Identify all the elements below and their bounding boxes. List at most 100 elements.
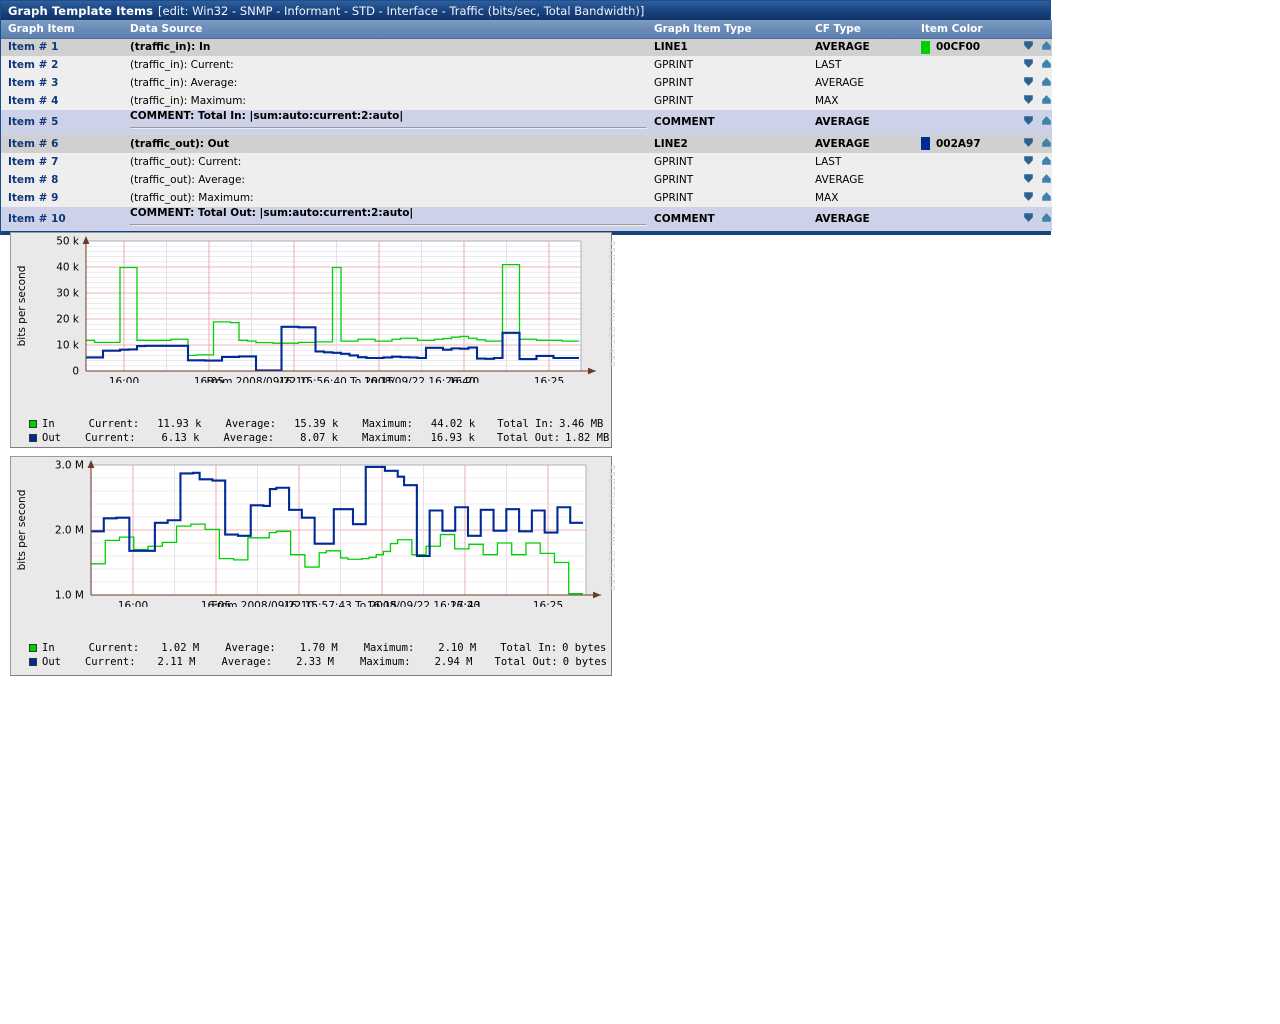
row-reorder-controls[interactable] bbox=[1002, 188, 1052, 207]
row-reorder-controls[interactable] bbox=[1002, 92, 1052, 110]
row-reorder-controls[interactable] bbox=[1002, 152, 1052, 171]
column-header-graph-item[interactable]: Graph Item bbox=[1, 20, 123, 39]
row-data-source[interactable]: (traffic_in): Maximum: bbox=[123, 92, 647, 110]
row-item-label[interactable]: Item # 3 bbox=[1, 74, 123, 92]
move-down-icon[interactable] bbox=[1023, 115, 1034, 126]
row-data-source[interactable]: COMMENT: Total Out: |sum:auto:current:2:… bbox=[123, 206, 647, 231]
move-down-icon[interactable] bbox=[1023, 76, 1034, 87]
legend-maximum-value: 44.02 k bbox=[430, 418, 476, 430]
graph-item-link[interactable]: Item # 3 bbox=[8, 77, 58, 89]
move-down-icon[interactable] bbox=[1023, 40, 1034, 51]
item-color-swatch bbox=[921, 40, 930, 54]
move-down-icon[interactable] bbox=[1023, 155, 1034, 166]
row-data-source[interactable]: (traffic_in): Average: bbox=[123, 74, 647, 92]
table-row[interactable]: Item # 5 COMMENT: Total In: |sum:auto:cur… bbox=[1, 110, 1052, 135]
move-up-icon[interactable] bbox=[1041, 155, 1052, 166]
row-item-label[interactable]: Item # 2 bbox=[1, 56, 123, 74]
row-item-label[interactable]: Item # 1 bbox=[1, 38, 123, 56]
row-data-source[interactable]: (traffic_out): Average: bbox=[123, 170, 647, 189]
table-row[interactable]: Item # 6 (traffic_out): Out LINE2 AVERAGE 00… bbox=[1, 134, 1052, 153]
row-item-label[interactable]: Item # 8 bbox=[1, 170, 123, 189]
graph-items-body: Item # 1 (traffic_in): In LINE1 AVERAGE 00CF… bbox=[1, 38, 1052, 231]
row-item-label[interactable]: Item # 7 bbox=[1, 152, 123, 171]
row-data-source[interactable]: (traffic_in): Current: bbox=[123, 56, 647, 74]
row-item-label[interactable]: Item # 9 bbox=[1, 188, 123, 207]
graph-legend-2: In Current: 1.02 M Average: 1.70 M Maximum: 2.… bbox=[29, 641, 607, 669]
table-row[interactable]: Item # 4 (traffic_in): Maximum: GPRINT MAX bbox=[1, 92, 1052, 110]
row-item-color bbox=[914, 152, 1002, 171]
legend-total-label: Total Out: bbox=[496, 432, 561, 444]
legend-series-name: Out bbox=[42, 656, 61, 668]
row-reorder-controls[interactable] bbox=[1002, 38, 1052, 56]
row-item-label[interactable]: Item # 6 bbox=[1, 134, 123, 153]
graph-card-traffic-1[interactable]: 0 10 k 20 k 30 k 40 k 50 k 16:00 16:05 16:10 16:… bbox=[10, 232, 616, 448]
row-cf-type: AVERAGE bbox=[808, 170, 914, 189]
row-reorder-controls[interactable] bbox=[1002, 134, 1052, 153]
move-down-icon[interactable] bbox=[1023, 137, 1034, 148]
row-reorder-controls[interactable] bbox=[1002, 206, 1052, 231]
move-up-icon[interactable] bbox=[1041, 191, 1052, 202]
move-down-icon[interactable] bbox=[1023, 58, 1034, 69]
rrdtool-watermark: RRDTOOL / TOBI OETIKER bbox=[607, 241, 616, 369]
rrdtool-watermark: RRDTOOL / TOBI OETIKER bbox=[607, 465, 616, 593]
legend-row: In Current: 1.02 M Average: 1.70 M Maximum: 2.… bbox=[29, 641, 607, 655]
move-up-icon[interactable] bbox=[1041, 76, 1052, 87]
row-item-color bbox=[914, 170, 1002, 189]
graph-item-link[interactable]: Item # 10 bbox=[8, 213, 66, 225]
table-row[interactable]: Item # 8 (traffic_out): Average: GPRINT AVE… bbox=[1, 170, 1052, 189]
move-down-icon[interactable] bbox=[1023, 173, 1034, 184]
row-item-label[interactable]: Item # 10 bbox=[1, 206, 123, 231]
graph-item-link[interactable]: Item # 7 bbox=[8, 156, 58, 168]
row-reorder-controls[interactable] bbox=[1002, 56, 1052, 74]
move-up-icon[interactable] bbox=[1041, 115, 1052, 126]
data-source-text: (traffic_out): Current: bbox=[130, 155, 242, 168]
table-row[interactable]: Item # 9 (traffic_out): Maximum: GPRINT MAX bbox=[1, 188, 1052, 207]
row-data-source[interactable]: COMMENT: Total In: |sum:auto:current:2:a… bbox=[123, 110, 647, 135]
legend-average-label: Average: bbox=[221, 656, 273, 668]
column-header-item-color[interactable]: Item Color bbox=[914, 20, 1052, 39]
graph-card-traffic-2[interactable]: 1.0 M 2.0 M 3.0 M 16:00 16:05 16:10 16:15 16:2… bbox=[10, 456, 616, 676]
move-up-icon[interactable] bbox=[1041, 58, 1052, 69]
table-row[interactable]: Item # 7 (traffic_out): Current: GPRINT LAS… bbox=[1, 152, 1052, 171]
row-item-color bbox=[914, 188, 1002, 207]
table-row[interactable]: Item # 1 (traffic_in): In LINE1 AVERAGE 00CF… bbox=[1, 38, 1052, 56]
move-up-icon[interactable] bbox=[1041, 137, 1052, 148]
svg-text:16:00: 16:00 bbox=[109, 376, 139, 383]
panel-title-bar: Graph Template Items [edit: Win32 - SNMP… bbox=[1, 1, 1050, 20]
table-row[interactable]: Item # 3 (traffic_in): Average: GPRINT AVER… bbox=[1, 74, 1052, 92]
move-up-icon[interactable] bbox=[1041, 94, 1052, 105]
row-reorder-controls[interactable] bbox=[1002, 110, 1052, 135]
row-graph-item-type: GPRINT bbox=[647, 56, 808, 74]
table-row[interactable]: Item # 2 (traffic_in): Current: GPRINT LAST bbox=[1, 56, 1052, 74]
move-up-icon[interactable] bbox=[1041, 40, 1052, 51]
column-header-data-source[interactable]: Data Source bbox=[123, 20, 647, 39]
graph-item-link[interactable]: Item # 9 bbox=[8, 192, 58, 204]
row-data-source[interactable]: (traffic_out): Maximum: bbox=[123, 188, 647, 207]
move-down-icon[interactable] bbox=[1023, 212, 1034, 223]
row-data-source[interactable]: (traffic_out): Current: bbox=[123, 152, 647, 171]
column-header-graph-item-type[interactable]: Graph Item Type bbox=[647, 20, 808, 39]
legend-current-label: Current: bbox=[88, 642, 140, 654]
column-header-cf-type[interactable]: CF Type bbox=[808, 20, 914, 39]
graph-plot-1: 010 k20 k30 k40 k50 k 16:00 16:05 16:10 16:… bbox=[11, 233, 611, 383]
legend-series-name: In bbox=[42, 642, 55, 654]
move-up-icon[interactable] bbox=[1041, 212, 1052, 223]
row-reorder-controls[interactable] bbox=[1002, 170, 1052, 189]
move-down-icon[interactable] bbox=[1023, 191, 1034, 202]
row-data-source[interactable]: (traffic_in): In bbox=[123, 38, 647, 56]
move-down-icon[interactable] bbox=[1023, 94, 1034, 105]
row-data-source[interactable]: (traffic_out): Out bbox=[123, 134, 647, 153]
row-item-label[interactable]: Item # 5 bbox=[1, 110, 123, 135]
graph-item-link[interactable]: Item # 4 bbox=[8, 95, 58, 107]
graph-item-link[interactable]: Item # 1 bbox=[8, 41, 58, 53]
graph-item-link[interactable]: Item # 5 bbox=[8, 116, 58, 128]
move-up-icon[interactable] bbox=[1041, 173, 1052, 184]
row-item-label[interactable]: Item # 4 bbox=[1, 92, 123, 110]
svg-text:2.0 M: 2.0 M bbox=[55, 525, 84, 537]
row-reorder-controls[interactable] bbox=[1002, 74, 1052, 92]
graph-item-link[interactable]: Item # 8 bbox=[8, 174, 58, 186]
table-row[interactable]: Item # 10 COMMENT: Total Out: |sum:auto:c… bbox=[1, 206, 1052, 231]
graph-item-link[interactable]: Item # 2 bbox=[8, 59, 58, 71]
graph-item-link[interactable]: Item # 6 bbox=[8, 138, 58, 150]
data-source-text: (traffic_in): In bbox=[130, 41, 211, 54]
